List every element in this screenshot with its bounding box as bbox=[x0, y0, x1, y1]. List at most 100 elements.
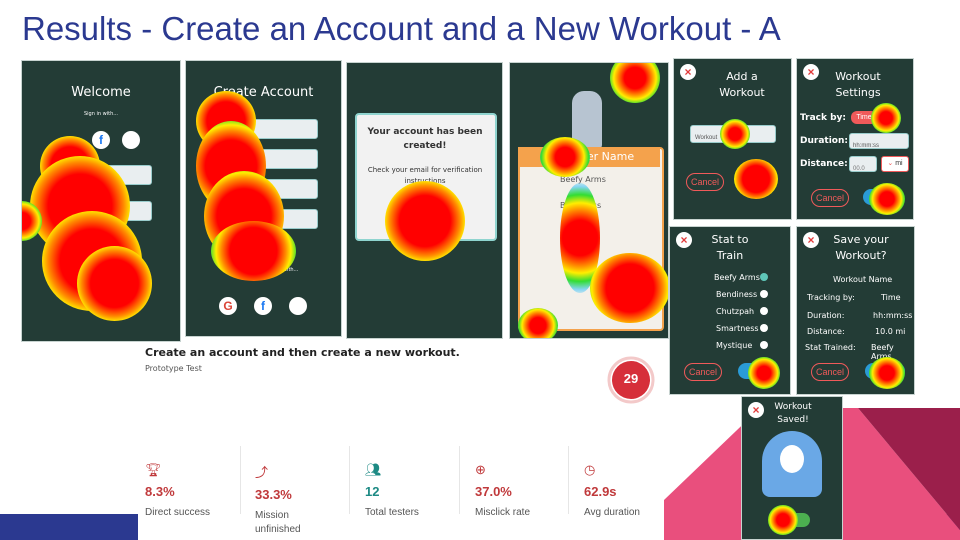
email-field[interactable] bbox=[74, 165, 152, 185]
users-icon: 👥︎ bbox=[365, 462, 382, 477]
cancel-button[interactable]: Cancel bbox=[811, 189, 849, 207]
stat-value: 12 bbox=[365, 484, 380, 499]
stat-value: 8.3% bbox=[145, 484, 175, 499]
stat-heading: Stat to Train bbox=[711, 233, 749, 262]
stat-misclick-rate: ⊕ 37.0% Misclick rate bbox=[475, 462, 565, 520]
duration-label: Duration: bbox=[807, 311, 845, 320]
workout-field-value: Workout bbox=[695, 135, 718, 141]
test-title: Create an account and then create a new … bbox=[145, 346, 460, 359]
stat-option[interactable]: Chutzpah bbox=[716, 307, 754, 316]
confirm-toggle[interactable] bbox=[738, 363, 778, 379]
workout-saved-screen: × Workout Saved! bbox=[741, 396, 843, 540]
stat-label: Direct success bbox=[145, 507, 211, 518]
page-title: Results - Create an Account and a New Wo… bbox=[22, 10, 781, 47]
stat-label: Avg duration bbox=[584, 507, 640, 518]
password-field[interactable] bbox=[74, 201, 152, 221]
close-icon[interactable]: × bbox=[680, 64, 696, 80]
chevron-down-icon: ⌄ bbox=[887, 160, 894, 167]
track-by-time[interactable]: Time bbox=[851, 111, 877, 124]
stat-to-train-screen: × Stat to Train Beefy Arms Bendiness Chu… bbox=[669, 226, 791, 395]
workout-settings-screen: × Workout Settings Track by: Time Durati… bbox=[796, 58, 914, 220]
stat-direct-success: 🏆︎ 8.3% Direct success bbox=[145, 462, 235, 520]
workout-name: Workout Name bbox=[833, 275, 893, 284]
stat-divider bbox=[459, 446, 460, 514]
score-value: 29 bbox=[623, 371, 639, 386]
stat-label: Misclick rate bbox=[475, 507, 531, 518]
stat-label: Total testers bbox=[365, 507, 419, 518]
save-heading: Save your Workout? bbox=[833, 233, 889, 262]
facebook-icon[interactable]: f bbox=[92, 131, 110, 149]
stat-mission-unfinished: ⤴ 33.3% Mission unfinished bbox=[255, 462, 335, 537]
stat-option[interactable]: Bendiness bbox=[716, 290, 757, 299]
stat-row: Bendiness bbox=[560, 201, 602, 210]
apple-icon[interactable] bbox=[289, 297, 307, 315]
sign-in-with-text: Sign in with... bbox=[83, 111, 119, 117]
confirm-password-field[interactable] bbox=[252, 209, 318, 229]
stat-option[interactable]: Beefy Arms bbox=[714, 273, 760, 282]
google-icon[interactable]: G bbox=[219, 297, 237, 315]
duration-label: Duration: bbox=[800, 136, 848, 146]
heatmap-blob bbox=[77, 246, 152, 321]
stat-option[interactable]: Smartness bbox=[716, 324, 759, 333]
unit-value: mi bbox=[895, 160, 903, 167]
saved-heading: Workout Saved! bbox=[774, 402, 812, 425]
name-field[interactable] bbox=[252, 119, 318, 139]
stat-value: 37.0% bbox=[475, 484, 512, 499]
distance-label: Distance: bbox=[807, 327, 845, 336]
continue-toggle[interactable] bbox=[772, 513, 810, 527]
duration-field-value: hh:mm:ss bbox=[853, 143, 880, 149]
stat-label: Stat Trained: bbox=[805, 343, 856, 352]
heatmap-blob bbox=[42, 211, 142, 311]
cancel-button[interactable]: Cancel bbox=[684, 363, 722, 381]
confirm-toggle[interactable] bbox=[863, 189, 903, 205]
created-text: Your account has been created! bbox=[367, 127, 483, 151]
facebook-icon[interactable]: f bbox=[254, 297, 272, 315]
mission-icon: ⤴ bbox=[255, 465, 269, 480]
workout-field[interactable]: Workout bbox=[690, 125, 776, 143]
misclick-icon: ⊕ bbox=[475, 462, 486, 477]
distance-field[interactable]: 00.0 bbox=[849, 156, 877, 172]
radio[interactable] bbox=[760, 307, 768, 315]
cancel-button[interactable]: Cancel bbox=[811, 363, 849, 381]
distance-value: 10.0 mi bbox=[875, 327, 906, 336]
add-workout-screen: × Add a Workout Workout Cancel bbox=[673, 58, 792, 220]
welcome-screen: Welcome Sign in with... f bbox=[21, 60, 181, 342]
radio-selected[interactable] bbox=[760, 273, 768, 281]
distance-label: Distance: bbox=[800, 159, 848, 169]
wizard-beard bbox=[780, 445, 804, 473]
apple-icon[interactable] bbox=[122, 131, 140, 149]
stat-divider bbox=[568, 446, 569, 514]
create-account-heading: Create Account bbox=[213, 85, 314, 100]
close-icon[interactable]: × bbox=[803, 64, 819, 80]
unit-select[interactable]: ⌄ mi bbox=[881, 156, 909, 172]
heatmap-blob bbox=[734, 159, 778, 199]
save-workout-screen: × Save your Workout? Workout Name Tracki… bbox=[796, 226, 915, 395]
create-account-screen: Create Account an account with... G f bbox=[185, 60, 342, 337]
confirm-toggle[interactable] bbox=[865, 363, 905, 379]
email-field[interactable] bbox=[252, 149, 318, 169]
stat-value: 33.3% bbox=[255, 487, 292, 502]
add-workout-heading: Add a Workout bbox=[719, 70, 765, 99]
cancel-button[interactable]: Cancel bbox=[686, 173, 724, 191]
tracking-value: Time bbox=[881, 293, 901, 302]
stat-divider bbox=[349, 446, 350, 514]
heatmap-blob bbox=[22, 201, 42, 241]
stat-divider bbox=[240, 446, 241, 514]
stat-total-testers: 👥︎ 12 Total testers bbox=[365, 462, 455, 520]
duration-field[interactable]: hh:mm:ss bbox=[849, 133, 909, 149]
stat-value: Beefy Arms bbox=[871, 343, 894, 361]
stat-option[interactable]: Mystique bbox=[716, 341, 752, 350]
close-icon[interactable]: × bbox=[676, 232, 692, 248]
heatmap-blob bbox=[196, 91, 256, 151]
radio[interactable] bbox=[760, 341, 768, 349]
duration-value: hh:mm:ss bbox=[873, 311, 913, 320]
heatmap-blob bbox=[610, 63, 660, 103]
radio[interactable] bbox=[760, 324, 768, 332]
radio[interactable] bbox=[760, 290, 768, 298]
stat-label: Mission unfinished bbox=[255, 510, 301, 535]
password-field[interactable] bbox=[252, 179, 318, 199]
workout-settings-heading: Workout Settings bbox=[835, 70, 881, 99]
stat-row: Beefy Arms bbox=[560, 175, 606, 184]
close-icon[interactable]: × bbox=[748, 402, 764, 418]
close-icon[interactable]: × bbox=[803, 232, 819, 248]
